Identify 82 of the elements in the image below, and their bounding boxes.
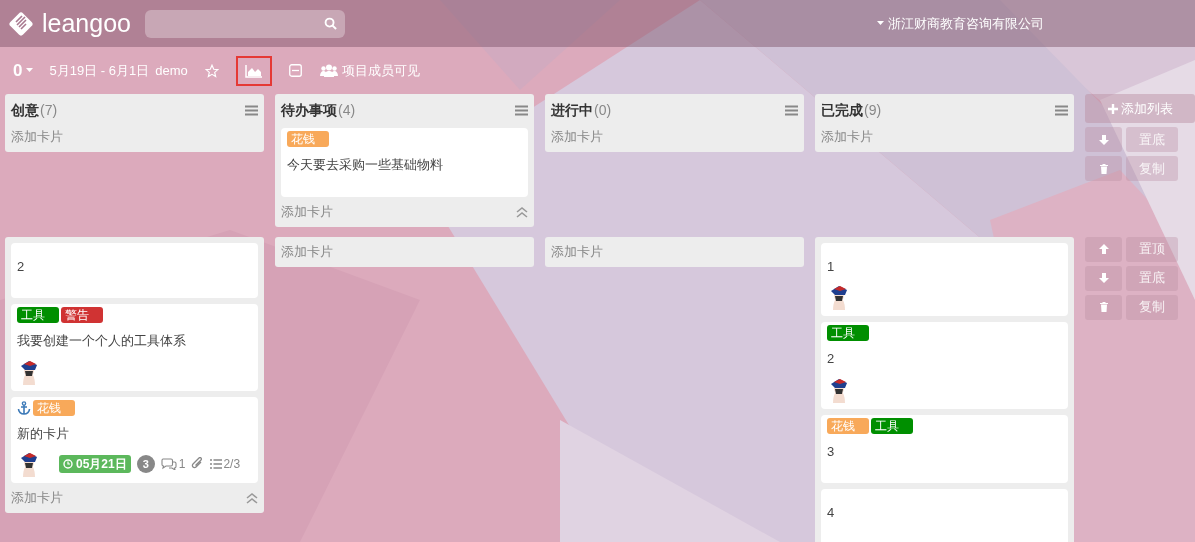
caret-icon: [26, 68, 34, 73]
add-card-button[interactable]: 添加卡片: [281, 241, 333, 262]
delete-button[interactable]: [1085, 156, 1122, 181]
trash-icon: [1097, 301, 1110, 313]
add-card-button[interactable]: 添加卡片: [821, 127, 873, 147]
card-title: 新的卡片: [17, 424, 70, 443]
card[interactable]: 工具 2: [821, 322, 1068, 409]
menu-icon[interactable]: [515, 104, 528, 116]
card[interactable]: 花钱 今天要去采购一些基础物料: [281, 128, 528, 197]
list-count: (9): [864, 100, 882, 120]
card-label: 工具: [17, 307, 59, 323]
board-name: demo: [155, 61, 188, 80]
people-icon: [319, 64, 338, 77]
card-title: 今天要去采购一些基础物料: [287, 156, 444, 174]
list-count: (7): [40, 100, 58, 120]
search-icon: [324, 17, 337, 30]
card-label: 警告: [61, 307, 103, 323]
add-card-button[interactable]: 添加卡片: [551, 127, 603, 147]
card[interactable]: 4: [821, 489, 1068, 542]
comment-count: 1: [160, 455, 186, 473]
board-number-menu[interactable]: 0: [13, 57, 34, 84]
caret-icon: [877, 21, 884, 26]
trash-icon: [1097, 162, 1110, 175]
delete-button[interactable]: [1085, 294, 1122, 320]
list-title: 进行中: [551, 100, 593, 120]
lane-action-button[interactable]: 置顶: [1126, 236, 1178, 262]
board-dates: 5月19日 - 6月1日: [49, 61, 150, 80]
plus-icon: [1107, 103, 1118, 114]
list-title: 创意: [11, 100, 39, 120]
card-label: 花钱: [33, 399, 75, 416]
card-label: 花钱: [827, 417, 869, 434]
move-down-button[interactable]: [1085, 127, 1122, 152]
double-chevron-up-icon[interactable]: [246, 492, 258, 504]
card-title: 3: [827, 442, 836, 461]
card[interactable]: 1: [821, 242, 1068, 316]
menu-icon[interactable]: [245, 104, 258, 116]
list-title: 待办事项: [281, 100, 337, 120]
card[interactable]: 工具 警告 我要创建一个个人的工具体系: [11, 304, 258, 391]
company-menu[interactable]: 浙江财商教育咨询有限公司: [877, 13, 1044, 34]
arrow-down-icon: [1097, 272, 1110, 284]
collapse-icon: [289, 64, 303, 77]
card-label: 花钱: [287, 131, 329, 147]
count-badge: 3: [136, 455, 155, 473]
visibility-button[interactable]: 项目成员可见: [319, 60, 420, 81]
card-title: 1: [827, 257, 836, 276]
card[interactable]: 花钱 工具 3: [821, 414, 1068, 483]
card-label: 工具: [871, 417, 913, 434]
chart-button[interactable]: [235, 55, 272, 86]
card-label: 工具: [827, 325, 869, 341]
double-chevron-up-icon[interactable]: [516, 205, 528, 218]
arrow-down-icon: [1097, 133, 1110, 146]
menu-icon[interactable]: [785, 104, 798, 116]
lane-action-button[interactable]: 置底: [1126, 265, 1178, 291]
move-down-button[interactable]: [1085, 265, 1122, 291]
list-icon: [210, 459, 223, 469]
star-icon: [204, 63, 219, 78]
search-field[interactable]: [145, 9, 345, 38]
card-title: 4: [827, 504, 836, 522]
clock-icon: [63, 459, 73, 469]
list-count: (0): [594, 100, 612, 120]
menu-icon[interactable]: [1055, 104, 1068, 116]
add-list-button[interactable]: 添加列表: [1085, 94, 1195, 123]
arrow-up-icon: [1097, 243, 1110, 255]
add-card-button[interactable]: 添加卡片: [281, 201, 333, 222]
paperclip-icon: [191, 457, 205, 471]
add-card-button[interactable]: 添加卡片: [11, 488, 63, 508]
speech-bubbles-icon: [160, 458, 177, 470]
due-date-badge: 05月21日: [59, 455, 131, 473]
card[interactable]: 花钱 新的卡片 05月21日 3 1 2/3: [11, 396, 258, 483]
list-title: 已完成: [821, 100, 863, 120]
logo-text: leangoo: [42, 11, 131, 36]
add-card-button[interactable]: 添加卡片: [11, 127, 63, 147]
move-up-button[interactable]: [1085, 236, 1122, 262]
checklist-count: 2/3: [210, 455, 241, 473]
area-chart-icon: [244, 63, 263, 78]
card-title: 我要创建一个个人的工具体系: [17, 332, 187, 350]
card-title: 2: [827, 350, 836, 368]
lane-action-button[interactable]: 复制: [1126, 294, 1178, 320]
card-title: 2: [17, 257, 26, 276]
add-card-button[interactable]: 添加卡片: [551, 241, 603, 262]
list-count: (4): [338, 100, 356, 120]
card[interactable]: 2: [11, 242, 258, 298]
